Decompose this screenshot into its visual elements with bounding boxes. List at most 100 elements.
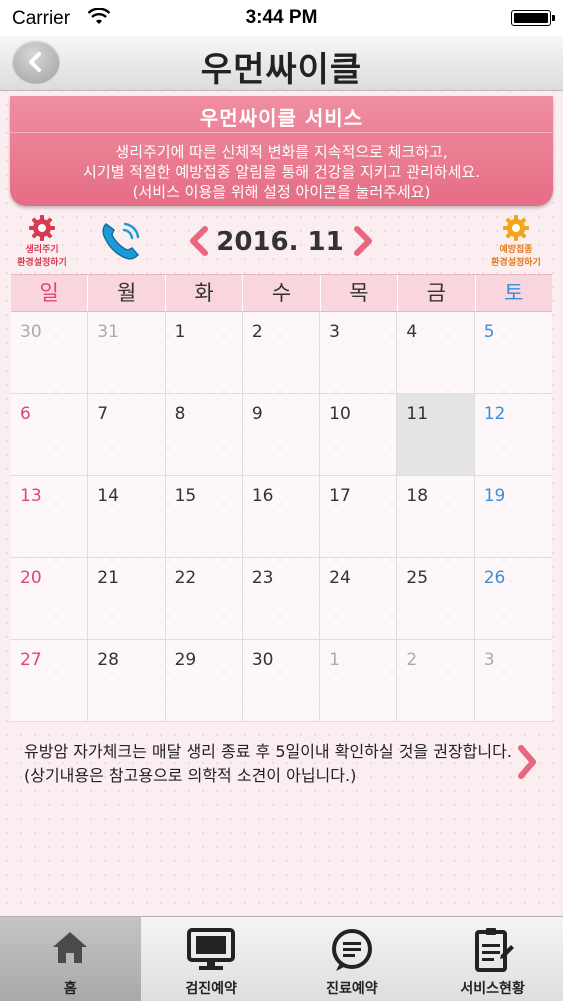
- calendar-day-number: 31: [97, 322, 119, 342]
- battery-icon: [511, 10, 555, 26]
- weekday-sun: 일: [11, 275, 89, 311]
- calendar-day-number: 6: [20, 404, 31, 424]
- calendar-day-cell[interactable]: 1: [165, 312, 243, 394]
- banner-description: 생리주기에 따른 신체적 변화를 지속적으로 체크하고, 시기별 적절한 예방접…: [10, 142, 553, 202]
- calendar-day-cell[interactable]: 28: [88, 640, 166, 722]
- calendar-day-cell[interactable]: 29: [165, 640, 243, 722]
- calendar-day-number: 25: [406, 568, 429, 588]
- calendar-day-cell[interactable]: 27: [11, 640, 89, 722]
- calendar-day-number: 28: [97, 650, 119, 670]
- calendar-day-cell[interactable]: 22: [165, 558, 243, 640]
- calendar-day-cell[interactable]: 2: [397, 640, 475, 722]
- weekday-wed: 수: [243, 275, 321, 311]
- calendar-day-cell[interactable]: 30: [11, 312, 89, 394]
- calendar-day-number: 7: [97, 404, 109, 424]
- calendar-day-number: 3: [483, 650, 495, 670]
- document-icon: [474, 928, 514, 972]
- calendar-day-number: 16: [251, 486, 274, 506]
- weekday-tue: 화: [166, 275, 244, 311]
- vaccine-settings-button[interactable]: 예방접종 환경설정하기: [484, 214, 548, 268]
- calendar-day-cell[interactable]: 15: [165, 476, 243, 558]
- calendar-day-number: 2: [251, 322, 263, 342]
- calendar-day-cell[interactable]: 6: [11, 394, 89, 476]
- calendar-day-number: 4: [406, 322, 418, 342]
- gear-icon: [29, 215, 55, 241]
- calendar-day-cell[interactable]: 16: [242, 476, 321, 558]
- tab-checkup-reservation[interactable]: 검진예약: [141, 917, 282, 1001]
- gear-icon: [503, 215, 529, 241]
- weekday-thu: 목: [321, 275, 399, 311]
- calendar-day-number: 24: [329, 568, 351, 588]
- calendar-day-number: 20: [20, 568, 42, 588]
- tab-service-status[interactable]: 서비스현황: [422, 917, 563, 1001]
- monitor-icon: [187, 928, 236, 970]
- calendar-day-cell[interactable]: 26: [474, 558, 552, 640]
- calendar-day-number: 23: [251, 568, 274, 588]
- next-month-button[interactable]: [352, 226, 374, 256]
- weekday-sat: 토: [504, 281, 524, 305]
- calendar-day-cell[interactable]: 2: [242, 312, 321, 394]
- calendar-day-number: 9: [251, 404, 263, 424]
- breast-self-check-notice[interactable]: 유방암 자가체크는 매달 생리 종료 후 5일이내 확인하실 것을 권장합니다.…: [24, 740, 514, 788]
- calendar-day-number: 29: [174, 650, 197, 670]
- calendar-day-cell[interactable]: 14: [88, 476, 166, 558]
- tab-label: 검진예약: [185, 981, 237, 997]
- calendar-day-cell[interactable]: 10: [320, 394, 398, 476]
- calendar-day-cell[interactable]: 1: [320, 640, 398, 722]
- calendar-day-cell[interactable]: 31: [88, 312, 166, 394]
- calendar-day-cell[interactable]: 21: [88, 558, 166, 640]
- calendar-day-cell[interactable]: 25: [397, 558, 475, 640]
- calendar-day-cell[interactable]: 30: [242, 640, 321, 722]
- banner-line: (서비스 이용을 위해 설정 아이콘을 눌러주세요): [132, 183, 431, 201]
- calendar-day-cell[interactable]: 4: [397, 312, 475, 394]
- calendar-day-cell[interactable]: 7: [88, 394, 166, 476]
- calendar-day-number: 21: [97, 568, 119, 588]
- page-title: 우먼싸이클: [200, 50, 363, 90]
- calendar-day-number: 8: [174, 404, 186, 424]
- home-icon: [53, 932, 88, 963]
- calendar-day-cell[interactable]: 5: [474, 312, 552, 394]
- calendar-day-cell[interactable]: 24: [320, 558, 398, 640]
- calendar-day-cell[interactable]: 3: [474, 640, 552, 722]
- chat-icon: [331, 929, 372, 971]
- banner-line: 시기별 적절한 예방접종 알림을 통해 건강을 지키고 관리하세요.: [83, 163, 480, 181]
- previous-month-button[interactable]: [188, 226, 210, 256]
- calendar-day-number: 1: [329, 650, 340, 670]
- calendar-day-cell[interactable]: 17: [320, 476, 398, 558]
- phone-icon[interactable]: [96, 216, 146, 266]
- calendar-day-cell[interactable]: 8: [165, 394, 243, 476]
- calendar-day-cell[interactable]: 9: [242, 394, 321, 476]
- tab-bar: 홈 검진예약 진료예약 서비스현황: [0, 916, 563, 1001]
- calendar-day-number: 15: [174, 486, 197, 506]
- tab-home[interactable]: 홈: [0, 917, 141, 1001]
- month-label: 2016. 11: [216, 227, 344, 257]
- calendar-day-cell[interactable]: 12: [474, 394, 552, 476]
- weekday-header: 일 월 화 수 목 금 토: [11, 274, 552, 312]
- tab-treatment-reservation[interactable]: 진료예약: [282, 917, 423, 1001]
- service-banner: 우먼싸이클 서비스 생리주기에 따른 신체적 변화를 지속적으로 체크하고, 시…: [10, 96, 553, 206]
- calendar: 일 월 화 수 목 금 토 30 31 1 2 3 4 5 6 7 8 9 10 11 12 13 14 15 1…: [11, 274, 552, 722]
- calendar-day-number: 11: [406, 404, 429, 424]
- calendar-day-number: 19: [483, 486, 506, 506]
- banner-line: 생리주기에 따른 신체적 변화를 지속적으로 체크하고,: [115, 143, 448, 161]
- calendar-day-cell[interactable]: 11: [397, 394, 475, 476]
- calendar-day-cell[interactable]: 3: [320, 312, 398, 394]
- tab-label: 진료예약: [326, 981, 378, 997]
- calendar-day-number: 3: [329, 322, 340, 342]
- calendar-day-cell[interactable]: 20: [11, 558, 89, 640]
- calendar-day-cell[interactable]: 19: [474, 476, 552, 558]
- tab-label: 홈: [63, 981, 77, 997]
- cycle-settings-label-2: 환경설정하기: [17, 258, 67, 268]
- calendar-day-number: 12: [483, 404, 506, 424]
- cycle-settings-label-1: 생리주기: [25, 245, 59, 255]
- tab-label: 서비스현황: [460, 981, 525, 997]
- chevron-right-icon[interactable]: [516, 744, 538, 780]
- calendar-day-number: 30: [20, 322, 42, 342]
- calendar-day-number: 5: [483, 322, 495, 342]
- cycle-settings-button[interactable]: 생리주기 환경설정하기: [10, 214, 74, 268]
- calendar-day-cell[interactable]: 13: [11, 476, 89, 558]
- calendar-day-number: 27: [20, 650, 42, 670]
- status-bar: Carrier 3:44 PM: [0, 0, 563, 36]
- calendar-day-cell[interactable]: 18: [397, 476, 475, 558]
- calendar-day-cell[interactable]: 23: [242, 558, 321, 640]
